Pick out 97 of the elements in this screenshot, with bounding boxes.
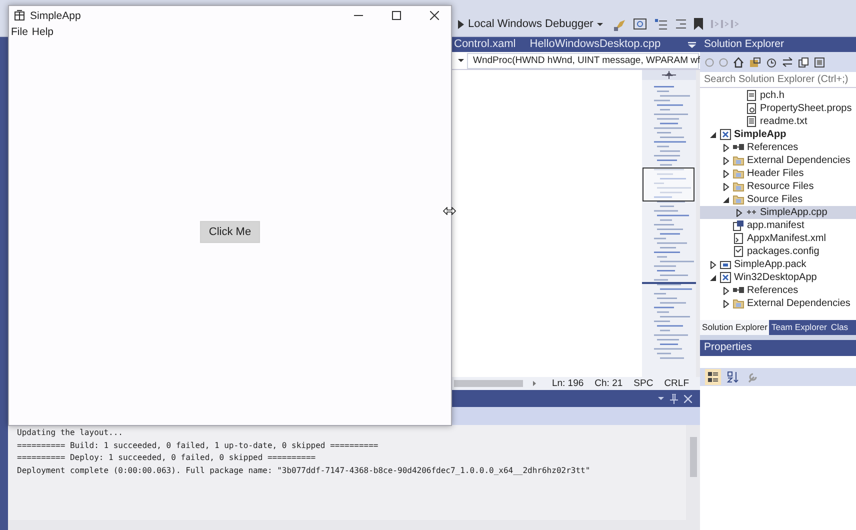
minimap-drawing[interactable] — [642, 70, 696, 377]
maximize-icon — [392, 11, 401, 20]
tree-item[interactable]: AppxManifest.xml — [700, 232, 856, 245]
editor-tab[interactable]: HelloWindowsDesktop.cpp — [528, 37, 673, 52]
arrow-right-icon[interactable] — [532, 380, 536, 387]
close-icon[interactable] — [684, 394, 692, 402]
panel-tab[interactable]: Team Explorer — [769, 320, 829, 335]
project-icon — [720, 129, 731, 140]
collapsed-arrow-icon[interactable] — [722, 300, 730, 308]
status-text: SPC — [634, 378, 654, 389]
output-line: ========== Deploy: 1 succeeded, 0 failed, 0 skipped ========== — [17, 452, 317, 464]
pages-icon[interactable] — [814, 56, 825, 68]
tree-item[interactable]: Resource Files — [700, 180, 856, 193]
tree-item[interactable]: readme.txt — [700, 115, 856, 128]
tree-item[interactable]: Header Files — [700, 167, 856, 180]
caret-icon — [597, 22, 604, 26]
file-icon — [746, 116, 757, 127]
copy-icon[interactable] — [798, 56, 809, 68]
panel-tab[interactable]: Solution Explorer — [700, 320, 770, 335]
tree-item[interactable]: References — [700, 284, 856, 297]
status-text: Ch: 21 — [594, 378, 623, 389]
collapsed-arrow-icon[interactable] — [722, 156, 730, 164]
expanded-arrow-icon[interactable] — [722, 196, 730, 204]
tree-item[interactable]: SimpleApp — [700, 128, 856, 141]
app-icon — [14, 10, 25, 21]
tree-item[interactable]: SimpleApp.pack — [700, 258, 856, 271]
debugger-button[interactable]: Local Windows Debugger — [455, 16, 606, 32]
collapsed-arrow-icon[interactable] — [709, 260, 717, 268]
collapsed-arrow-icon[interactable] — [722, 286, 730, 294]
dropdown-icon[interactable] — [658, 397, 664, 400]
pin-icon[interactable] — [670, 394, 678, 404]
function-dropdown[interactable]: WndProc(HWND hWnd, UINT message, WPARAM wf — [467, 52, 699, 68]
folder-icon — [733, 155, 744, 166]
file-icon — [746, 103, 757, 114]
tree-item[interactable]: packages.config — [700, 245, 856, 258]
folder-icon — [733, 181, 744, 192]
bookmark-icon[interactable] — [694, 18, 704, 30]
references-icon — [733, 285, 744, 296]
tree-item[interactable]: External Dependencies — [700, 297, 856, 310]
expanded-arrow-icon[interactable] — [709, 130, 717, 138]
references-icon — [733, 142, 744, 153]
menu-item[interactable]: Help — [32, 26, 54, 38]
project-icon — [720, 272, 731, 283]
collapsed-arrow-icon[interactable] — [722, 170, 730, 178]
collapsed-arrow-icon[interactable] — [722, 182, 730, 190]
collapsed-arrow-icon[interactable] — [735, 208, 743, 216]
status-text: Ln: 196 — [552, 378, 584, 389]
expanded-arrow-icon[interactable] — [709, 274, 717, 282]
folder-icon — [733, 168, 744, 179]
collapsed-arrow-icon[interactable] — [722, 144, 730, 152]
list-icon[interactable] — [654, 18, 668, 30]
panel-title: Solution Explorer — [700, 37, 856, 52]
tree-item[interactable]: External Dependencies — [700, 154, 856, 167]
panel-tab[interactable]: Clas — [828, 320, 850, 335]
toolbar-button[interactable] — [705, 369, 721, 385]
sync-icon[interactable] — [782, 57, 793, 67]
folder-icon — [733, 298, 744, 309]
window-title: SimpleApp — [30, 10, 81, 22]
scrollbar[interactable] — [454, 380, 523, 387]
wrench-icon — [747, 371, 759, 383]
tree-item[interactable]: app.manifest — [700, 219, 856, 232]
toolbar-button[interactable] — [725, 369, 741, 385]
output-line: ========== Build: 1 succeeded, 0 failed, 1 up-to-date, 0 skipped ========== — [17, 440, 380, 452]
tree-item[interactable]: pch.h — [700, 89, 856, 102]
output-line: Deployment complete (0:00:00.063). Full package name: "3b077ddf-7147-4368-b8ce-90d4206fdec7_1.0.0.0_x64__2dhr6hz02r3tt" — [17, 464, 592, 477]
minimize-icon — [354, 15, 363, 16]
tree-item[interactable]: Source Files — [700, 193, 856, 206]
file-icon — [746, 90, 757, 101]
close-icon — [430, 11, 439, 20]
editor-tab[interactable]: Control.xaml — [452, 37, 528, 52]
package-icon — [720, 259, 731, 270]
dropdown-icon[interactable] — [688, 42, 696, 48]
categorized-icon — [707, 371, 719, 383]
tree-item[interactable]: References — [700, 141, 856, 154]
search-field[interactable]: Search Solution Explorer (Ctrl+;) — [700, 72, 856, 88]
home-icon[interactable] — [733, 56, 744, 68]
scrollbar[interactable] — [686, 425, 700, 520]
status-text: CRLF — [664, 378, 689, 389]
folder-icon — [733, 194, 744, 205]
tree-item[interactable]: Win32DesktopApp — [700, 271, 856, 284]
history-icon[interactable] — [766, 56, 777, 68]
file-icon — [733, 233, 744, 244]
file-icon — [733, 220, 744, 231]
output-line: Updating the layout... — [17, 427, 124, 439]
sort-icon — [727, 371, 739, 383]
tree-item[interactable]: SimpleApp.cpp — [700, 206, 856, 219]
switch-views-icon[interactable] — [749, 56, 761, 68]
indent-icon[interactable] — [675, 18, 688, 30]
scrollbar[interactable] — [8, 520, 700, 530]
caret-icon[interactable] — [458, 59, 464, 62]
click-me-button[interactable]: Click Me — [200, 221, 260, 243]
file-icon — [733, 246, 744, 257]
play-icon — [458, 20, 464, 28]
tree-item[interactable]: PropertySheet.props — [700, 102, 856, 115]
panel-title: Properties — [700, 340, 856, 356]
menu-item[interactable]: File — [11, 26, 28, 38]
screen-icon[interactable] — [633, 18, 648, 30]
